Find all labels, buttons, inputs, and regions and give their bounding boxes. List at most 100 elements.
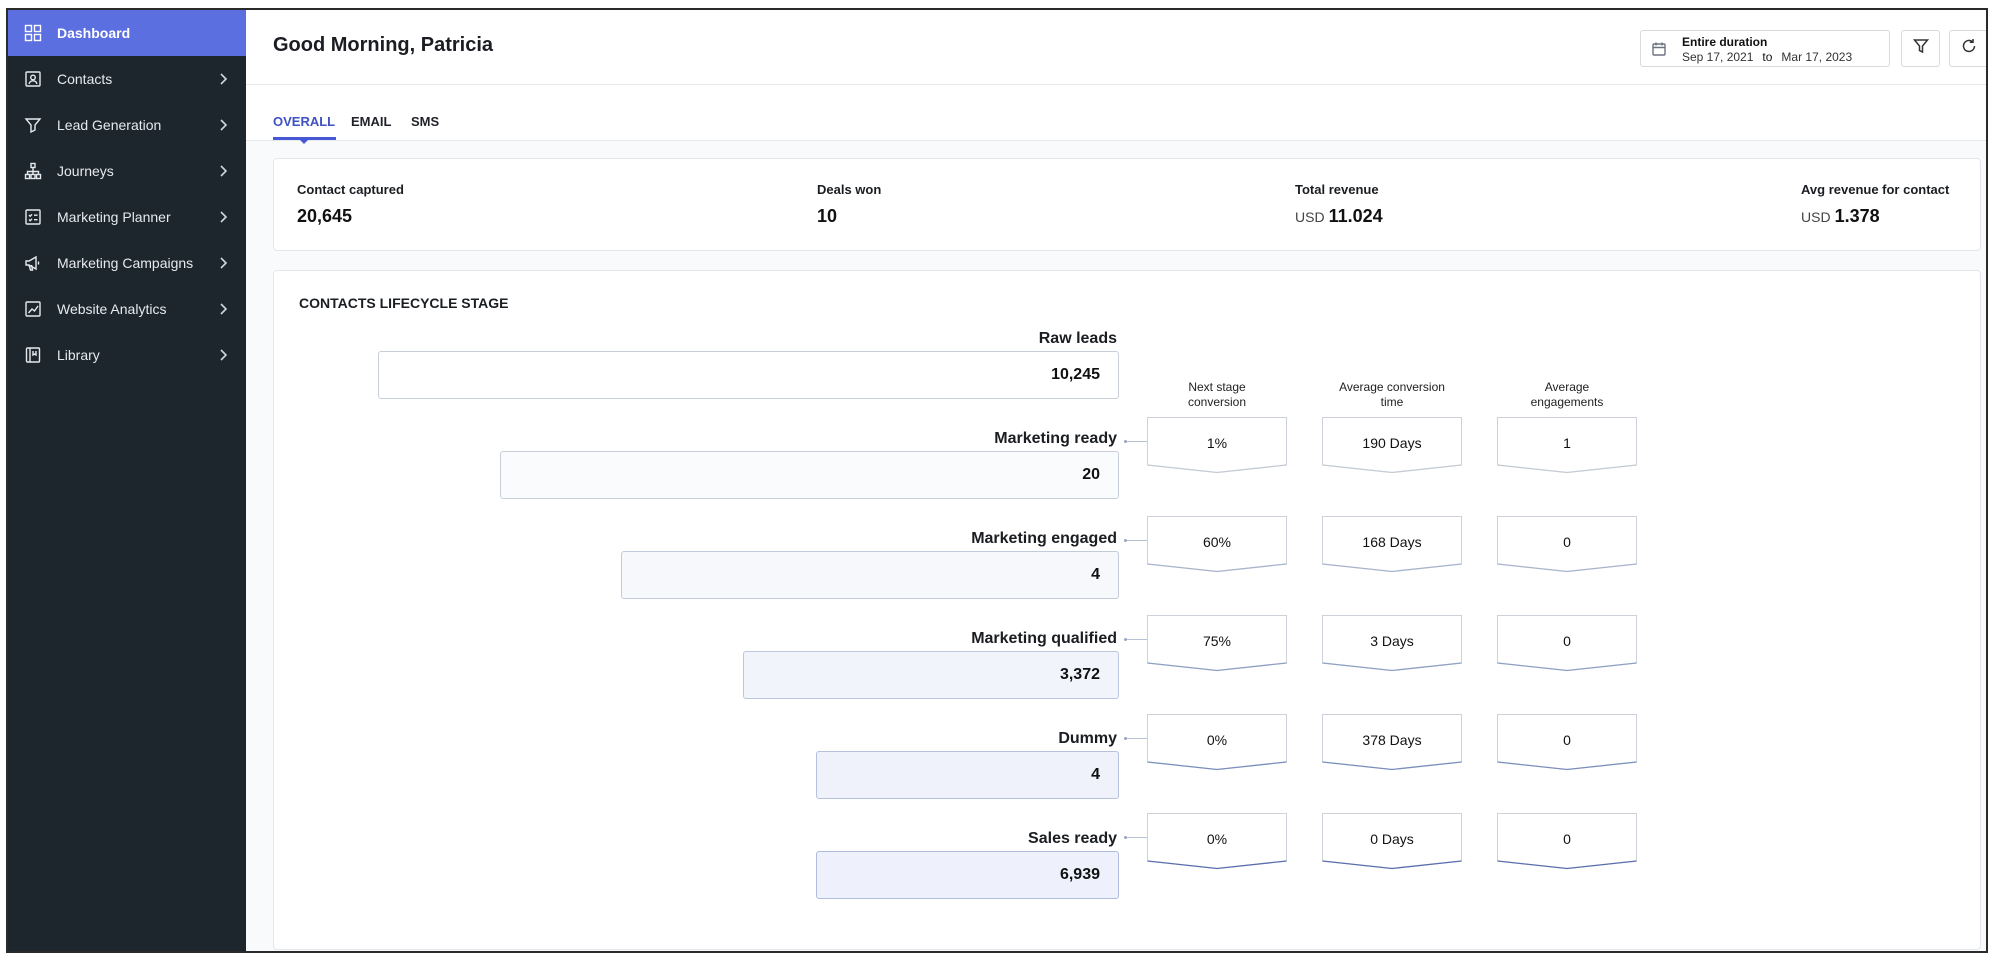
- stat-contact-captured: Contact captured 20,645: [297, 182, 404, 227]
- connector-dot: [1124, 638, 1127, 641]
- funnel-icon: [23, 115, 43, 135]
- chevron-right-icon: [214, 254, 232, 272]
- metric-conversion-3: 0%: [1147, 714, 1287, 771]
- stat-number: 11.024: [1328, 206, 1383, 226]
- active-tab-caret: [299, 139, 309, 144]
- stat-value: USD 11.024: [1295, 206, 1383, 227]
- sidebar-item-journeys[interactable]: Journeys: [8, 148, 246, 194]
- calendar-icon: [1651, 41, 1667, 57]
- metric-time-1: 168 Days: [1322, 516, 1462, 573]
- stage-count-dummy: 4: [816, 751, 1119, 799]
- stat-label: Contact captured: [297, 182, 404, 197]
- metric-time-3: 378 Days: [1322, 714, 1462, 771]
- sidebar: Dashboard Contacts Lead Generation Journ…: [8, 10, 246, 951]
- sidebar-item-marketing-planner[interactable]: Marketing Planner: [8, 194, 246, 240]
- sidebar-item-marketing-campaigns[interactable]: Marketing Campaigns: [8, 240, 246, 286]
- refresh-button[interactable]: [1949, 30, 1986, 67]
- tab-email[interactable]: EMAIL: [351, 114, 391, 129]
- metric-time-2: 3 Days: [1322, 615, 1462, 672]
- date-from: Sep 17, 2021: [1682, 50, 1754, 64]
- stat-label: Total revenue: [1295, 182, 1379, 197]
- sidebar-item-lead-generation[interactable]: Lead Generation: [8, 102, 246, 148]
- sidebar-item-label: Website Analytics: [57, 301, 167, 317]
- metric-value: 3 Days: [1370, 633, 1414, 649]
- column-header-engagements: Average engagements: [1530, 380, 1604, 409]
- connector-dot: [1124, 440, 1127, 443]
- library-icon: [23, 345, 43, 365]
- date-to-label: to: [1762, 50, 1773, 64]
- page-header: Good Morning, Patricia Entire duration S…: [246, 10, 1986, 85]
- stage-label-marketing-engaged: Marketing engaged: [971, 530, 1117, 547]
- planner-icon: [23, 207, 43, 227]
- metric-conversion-1: 60%: [1147, 516, 1287, 573]
- metric-conversion-4: 0%: [1147, 813, 1287, 870]
- tab-bar: OVERALL EMAIL SMS: [246, 85, 1986, 144]
- stage-count-raw-leads: 10,245: [378, 351, 1119, 399]
- metric-value: 168 Days: [1362, 534, 1422, 550]
- sidebar-item-library[interactable]: Library: [8, 332, 246, 378]
- stat-deals-won: Deals won 10: [817, 182, 881, 227]
- page-title: Good Morning, Patricia: [273, 34, 494, 56]
- sidebar-item-dashboard[interactable]: Dashboard: [8, 10, 246, 56]
- stage-count-marketing-qualified: 3,372: [743, 651, 1119, 699]
- metric-value: 0%: [1206, 732, 1228, 748]
- stage-label-raw-leads: Raw leads: [1038, 330, 1117, 347]
- sidebar-item-label: Library: [57, 347, 100, 363]
- metric-engagements-3: 0: [1497, 714, 1637, 771]
- connector-dot: [1124, 737, 1127, 740]
- journey-icon: [23, 161, 43, 181]
- contacts-lifecycle-card: CONTACTS LIFECYCLE STAGE Raw leads 10,245…: [273, 270, 1981, 950]
- stat-value: 20,645: [297, 206, 404, 227]
- chevron-right-icon: [214, 346, 232, 364]
- stat-value: USD 1.378: [1801, 206, 1949, 227]
- date-range-picker[interactable]: Entire duration Sep 17, 2021 to Mar 17, 20…: [1640, 30, 1890, 67]
- metric-value: 60%: [1202, 534, 1232, 550]
- chevron-right-icon: [214, 162, 232, 180]
- date-range-values: Sep 17, 2021 to Mar 17, 2023: [1682, 50, 1852, 64]
- filter-button[interactable]: [1901, 30, 1940, 67]
- chevron-right-icon: [214, 116, 232, 134]
- stat-number: 1.378: [1834, 206, 1880, 226]
- stage-connector: [1126, 540, 1147, 541]
- stage-label-marketing-qualified: Marketing qualified: [971, 630, 1117, 647]
- dashboard-icon: [23, 23, 43, 43]
- metric-value: 75%: [1202, 633, 1232, 649]
- stat-currency: USD: [1295, 209, 1325, 225]
- filter-icon: [1912, 37, 1930, 60]
- tab-sms[interactable]: SMS: [411, 114, 439, 129]
- metric-value: 0: [1563, 534, 1571, 550]
- stage-count-marketing-engaged: 4: [621, 551, 1119, 599]
- metric-conversion-2: 75%: [1147, 615, 1287, 672]
- sidebar-item-website-analytics[interactable]: Website Analytics: [8, 286, 246, 332]
- sidebar-item-label: Marketing Campaigns: [57, 255, 194, 271]
- column-header-time: Average conversion time: [1339, 380, 1445, 409]
- sidebar-item-contacts[interactable]: Contacts: [8, 56, 246, 102]
- column-header-conversion: Next stage conversion: [1187, 380, 1247, 409]
- stat-number: 10: [817, 206, 838, 226]
- chevron-right-icon: [214, 70, 232, 88]
- sidebar-item-label: Lead Generation: [57, 117, 162, 133]
- tab-overall[interactable]: OVERALL: [273, 114, 335, 129]
- analytics-icon: [23, 299, 43, 319]
- metric-engagements-4: 0: [1497, 813, 1637, 870]
- stat-label: Avg revenue for contact: [1801, 182, 1950, 197]
- lifecycle-title: CONTACTS LIFECYCLE STAGE: [299, 295, 509, 311]
- stage-count-sales-ready: 6,939: [816, 851, 1119, 899]
- stage-connector: [1126, 837, 1147, 838]
- metric-time-0: 190 Days: [1322, 417, 1462, 474]
- date-range-title: Entire duration: [1682, 35, 1768, 49]
- metric-engagements-2: 0: [1497, 615, 1637, 672]
- stat-number: 20,645: [297, 206, 353, 226]
- connector-dot: [1124, 539, 1127, 542]
- chevron-right-icon: [214, 300, 232, 318]
- summary-stats-card: Contact captured 20,645 Deals won 10 Tot…: [273, 158, 1981, 251]
- sidebar-item-label: Dashboard: [57, 25, 131, 41]
- metric-value: 190 Days: [1362, 435, 1422, 451]
- metric-value: 0 Days: [1370, 831, 1414, 847]
- stage-label-sales-ready: Sales ready: [1028, 830, 1117, 847]
- stage-connector: [1126, 639, 1147, 640]
- sidebar-item-label: Contacts: [57, 71, 113, 87]
- metric-conversion-0: 1%: [1147, 417, 1287, 474]
- date-to: Mar 17, 2023: [1781, 50, 1853, 64]
- metric-value: 0: [1563, 732, 1571, 748]
